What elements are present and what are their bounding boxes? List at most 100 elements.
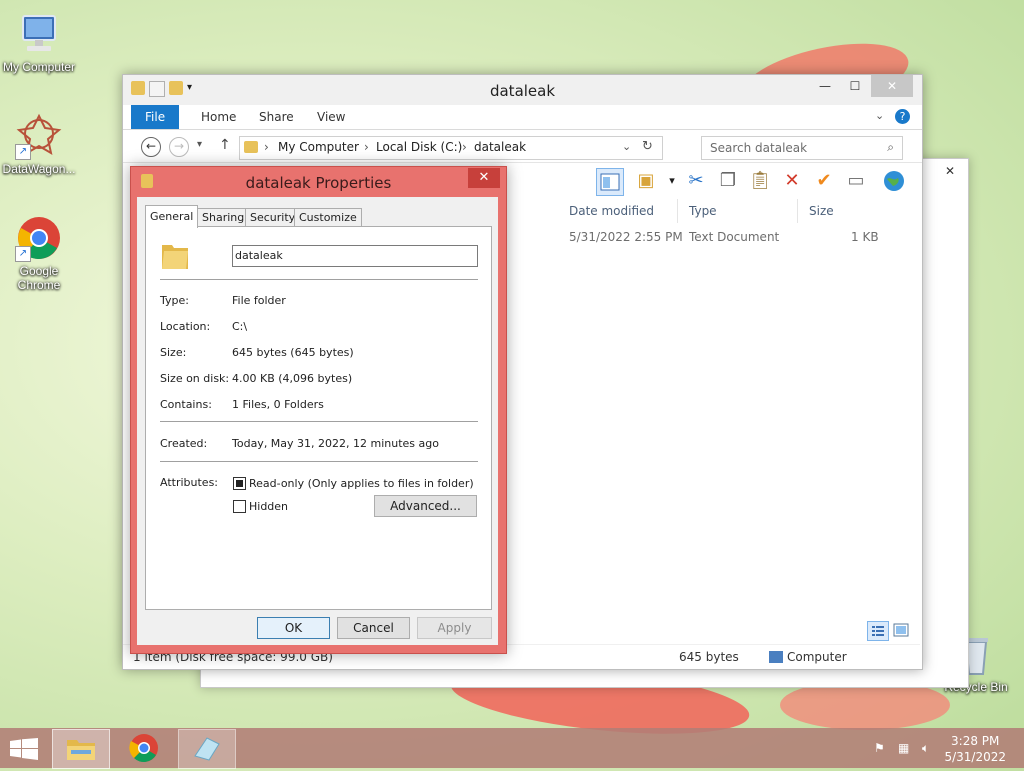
desktop-icon-label: DataWagon... [2, 162, 76, 176]
explorer-titlebar[interactable]: ▾ dataleak — ☐ ✕ [123, 75, 922, 105]
copy-icon[interactable]: ❐ [715, 168, 741, 194]
paste-icon[interactable]: 📋︎ [747, 168, 773, 194]
row-type: Text Document [689, 230, 780, 244]
volume-muted-icon[interactable]: 🔈︎ [922, 741, 929, 756]
tab-security[interactable]: Security [245, 208, 301, 227]
clock-time: 3:28 PM [951, 734, 1000, 748]
chevron-down-icon[interactable]: ⌄ [875, 109, 884, 122]
shortcut-arrow-icon: ↗ [15, 246, 31, 262]
location-label: Location: [160, 320, 211, 333]
apply-button[interactable]: Apply [417, 617, 492, 639]
computer-icon [769, 651, 783, 663]
breadcrumb-my-computer[interactable]: My Computer [278, 140, 359, 154]
taskbar-app[interactable] [178, 729, 236, 769]
folder-name-input[interactable]: dataleak [232, 245, 478, 267]
delete-icon[interactable]: ✕ [779, 168, 805, 194]
folder-options-icon[interactable]: ▣ [633, 168, 659, 194]
breadcrumb-chevron-icon: › [364, 140, 369, 154]
type-label: Type: [160, 294, 189, 307]
divider [160, 279, 478, 280]
taskbar-file-explorer[interactable] [52, 729, 110, 769]
created-label: Created: [160, 437, 208, 450]
size-on-disk-label: Size on disk: [160, 372, 230, 385]
taskbar: ⚑ ▦ 🔈︎ 3:28 PM 5/31/2022 [0, 728, 1024, 769]
dialog-body: General Sharing Security Customize datal… [137, 197, 498, 645]
properties-dialog[interactable]: dataleak Properties ✕ General Sharing Se… [130, 166, 507, 654]
checkbox-indeterminate-mark [236, 480, 243, 487]
desktop-icon-label: My Computer [2, 60, 76, 74]
cancel-button[interactable]: Cancel [337, 617, 410, 639]
size-on-disk-value: 4.00 KB (4,096 bytes) [232, 372, 353, 385]
refresh-icon[interactable]: ↻ [642, 139, 653, 154]
tab-view[interactable]: View [303, 105, 359, 129]
network-icon[interactable]: ▦ [898, 741, 909, 755]
datawagon-logo-icon: ↗ [15, 112, 63, 160]
tab-home[interactable]: Home [187, 105, 250, 129]
tab-general[interactable]: General [145, 205, 199, 228]
column-header-size[interactable]: Size [803, 199, 881, 223]
shortcut-arrow-icon: ↗ [15, 144, 31, 160]
divider [160, 421, 478, 422]
desktop-icon-my-computer[interactable]: My Computer [1, 10, 77, 74]
search-input[interactable]: Search dataleak ⌕ [701, 136, 903, 160]
search-placeholder: Search dataleak [710, 141, 808, 155]
up-arrow-icon[interactable]: ↑ [219, 137, 231, 153]
contains-value: 1 Files, 0 Folders [232, 398, 324, 411]
close-icon[interactable]: ✕ [932, 159, 968, 183]
tab-customize[interactable]: Customize [294, 208, 362, 227]
system-clock[interactable]: 3:28 PM 5/31/2022 [944, 733, 1006, 765]
minimize-button[interactable]: — [811, 75, 839, 97]
rename-icon[interactable]: ▭ [843, 168, 869, 194]
close-button[interactable]: ✕ [871, 75, 913, 97]
size-label: Size: [160, 346, 187, 359]
dialog-close-button[interactable]: ✕ [468, 168, 500, 188]
row-size: 1 KB [851, 230, 879, 244]
breadcrumb-dataleak[interactable]: dataleak [474, 140, 526, 154]
breadcrumb-chevron-icon: › [462, 140, 467, 154]
help-icon[interactable]: ? [895, 109, 910, 124]
chevron-down-icon[interactable]: ⌄ [622, 140, 631, 153]
ok-button[interactable]: OK [257, 617, 330, 639]
column-header-date-modified[interactable]: Date modified [563, 199, 678, 223]
recent-locations-icon[interactable]: ▾ [197, 139, 202, 150]
breadcrumb-local-disk[interactable]: Local Disk (C:) [376, 140, 462, 154]
desktop-icon-google-chrome[interactable]: ↗ Google Chrome [1, 214, 77, 292]
cut-icon[interactable]: ✂ [683, 168, 709, 194]
readonly-label[interactable]: Read-only (Only applies to files in fold… [249, 477, 474, 490]
taskbar-chrome[interactable] [116, 729, 172, 767]
breadcrumb-chevron-icon: › [264, 140, 269, 154]
created-value: Today, May 31, 2022, 12 minutes ago [232, 437, 439, 450]
preview-pane-icon[interactable] [596, 168, 624, 196]
window-title: dataleak [489, 82, 556, 100]
large-icons-view-icon[interactable] [891, 621, 911, 639]
status-location: Computer [787, 650, 847, 664]
chrome-icon: ↗ [15, 214, 63, 262]
desktop-icon-datawagon[interactable]: ↗ DataWagon... [1, 112, 77, 176]
folder-name-value: dataleak [235, 249, 283, 262]
folder-icon [244, 141, 258, 153]
windows-start-icon[interactable] [10, 738, 38, 763]
tab-sharing[interactable]: Sharing [197, 208, 250, 227]
back-button[interactable]: ← [141, 137, 161, 157]
forward-button[interactable]: → [169, 137, 189, 157]
checkmark-icon[interactable]: ✔ [811, 168, 837, 194]
hidden-checkbox[interactable] [233, 500, 246, 513]
maximize-button[interactable]: ☐ [841, 75, 869, 97]
address-bar[interactable]: › My Computer › Local Disk (C:) › datale… [239, 136, 663, 160]
action-center-flag-icon[interactable]: ⚑ [874, 741, 885, 755]
chevron-down-icon[interactable]: ▾ [659, 168, 685, 194]
folder-icon [160, 239, 190, 274]
column-header-type[interactable]: Type [683, 199, 798, 223]
row-date-modified: 5/31/2022 2:55 PM [569, 230, 683, 244]
details-view-icon[interactable] [867, 621, 889, 641]
attributes-label: Attributes: [160, 476, 219, 489]
readonly-checkbox[interactable] [233, 477, 246, 490]
hidden-label[interactable]: Hidden [249, 500, 288, 513]
dialog-title: dataleak Properties [245, 174, 392, 192]
globe-icon[interactable] [881, 168, 907, 194]
tab-file[interactable]: File [131, 105, 180, 129]
search-icon[interactable]: ⌕ [887, 140, 894, 155]
advanced-button[interactable]: Advanced... [374, 495, 477, 517]
computer-icon [15, 10, 63, 58]
tab-share[interactable]: Share [245, 105, 308, 129]
